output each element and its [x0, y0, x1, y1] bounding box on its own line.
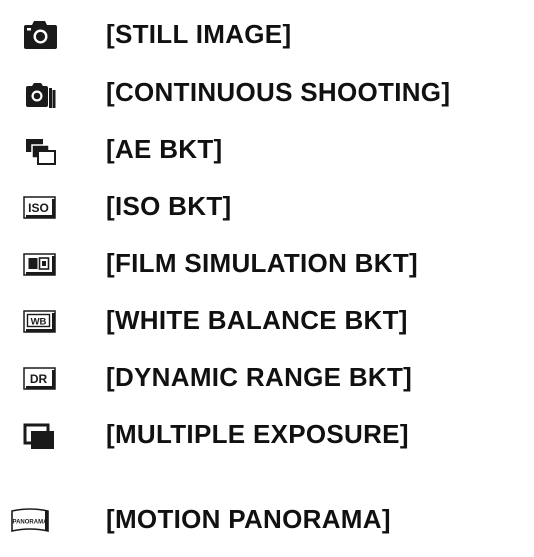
iso-bracketing-icon: ISO [10, 188, 64, 224]
mode-item-dynamic-range-bkt: DR [DYNAMIC RANGE BKT] [0, 357, 534, 397]
mode-item-iso-bkt: ISO [ISO BKT] [0, 186, 534, 226]
white-balance-bracketing-icon: WB [10, 302, 64, 338]
mode-label: [STILL IMAGE] [106, 19, 292, 49]
iso-icon-text: ISO [28, 201, 49, 215]
dynamic-range-bracketing-icon: DR [10, 359, 64, 395]
mode-label: [MULTIPLE EXPOSURE] [106, 419, 409, 449]
mode-item-ae-bkt: [AE BKT] [0, 129, 534, 169]
ae-bracketing-icon [10, 131, 64, 167]
film-simulation-bracketing-icon [10, 245, 64, 281]
mode-label: [ISO BKT] [106, 191, 232, 221]
mode-label: [MOTION PANORAMA] [106, 504, 391, 534]
mode-label: [AE BKT] [106, 134, 223, 164]
mode-item-continuous-shooting: [CONTINUOUS SHOOTING] [0, 72, 534, 112]
mode-item-white-balance-bkt: WB [WHITE BALANCE BKT] [0, 300, 534, 340]
mode-item-multiple-exposure: [MULTIPLE EXPOSURE] [0, 414, 534, 454]
motion-panorama-icon: PANORAMA [10, 501, 64, 537]
multiple-exposure-icon [10, 416, 64, 452]
mode-label: [DYNAMIC RANGE BKT] [106, 362, 413, 392]
mode-label: [WHITE BALANCE BKT] [106, 305, 408, 335]
panorama-icon-text: PANORAMA [13, 520, 49, 526]
mode-item-film-simulation-bkt: [FILM SIMULATION BKT] [0, 243, 534, 283]
continuous-shooting-icon [10, 74, 64, 110]
dr-icon-text: DR [30, 372, 48, 386]
drive-mode-list: [STILL IMAGE] [CONTINUOUS SHOOTING] [AE … [0, 0, 534, 557]
mode-label: [CONTINUOUS SHOOTING] [106, 77, 451, 107]
mode-item-still-image: [STILL IMAGE] [0, 14, 534, 54]
mode-item-motion-panorama: PANORAMA [MOTION PANORAMA] [0, 499, 534, 539]
wb-icon-text: WB [31, 317, 47, 328]
mode-label: [FILM SIMULATION BKT] [106, 248, 418, 278]
camera-icon [10, 16, 64, 52]
